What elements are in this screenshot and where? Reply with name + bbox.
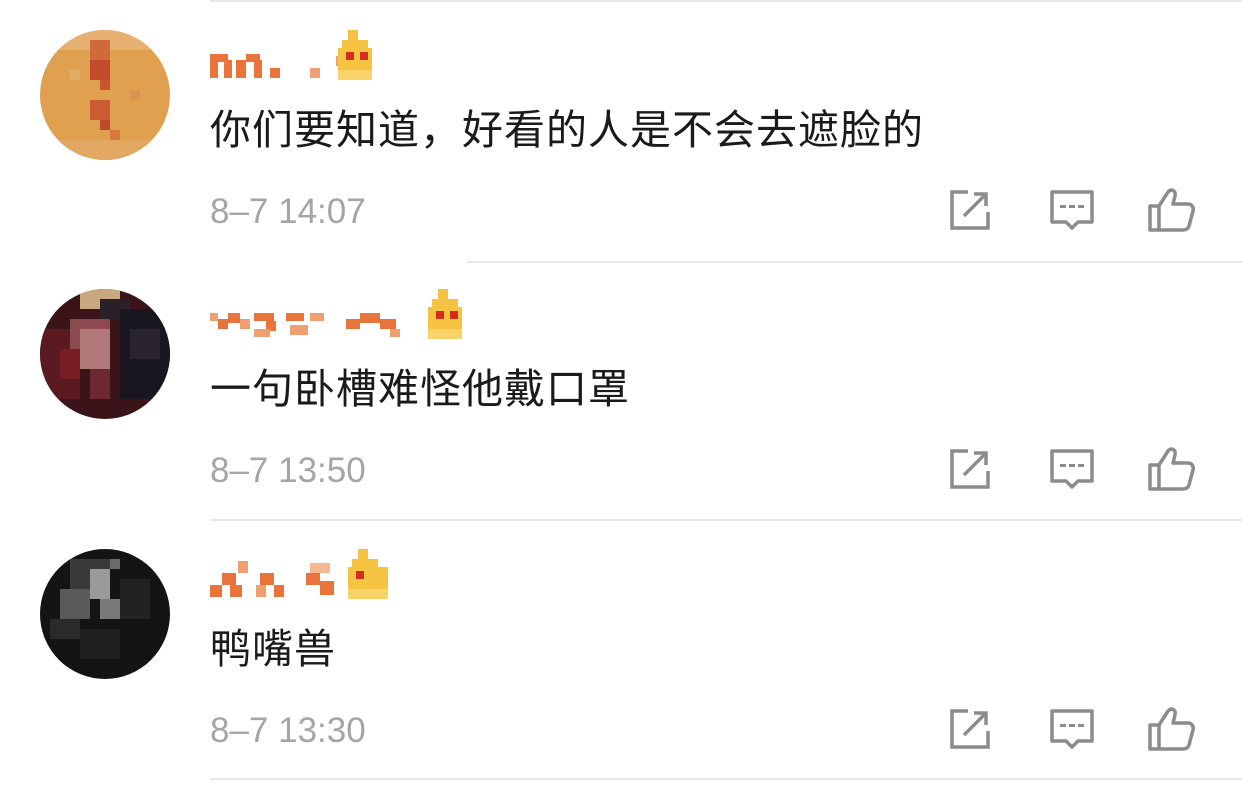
- comment-text: 鸭嘴兽: [210, 625, 336, 673]
- crown-badge-icon: [428, 289, 462, 339]
- username[interactable]: [210, 289, 470, 341]
- reply-button[interactable]: [1046, 184, 1098, 236]
- like-button[interactable]: [1146, 184, 1198, 236]
- thumbs-up-icon: [1148, 707, 1195, 751]
- reply-icon: [1050, 190, 1094, 230]
- divider-3: [210, 778, 1242, 780]
- thumbs-up-icon: [1148, 188, 1195, 232]
- share-button[interactable]: [944, 703, 996, 755]
- username[interactable]: [210, 30, 380, 82]
- share-icon: [950, 449, 990, 489]
- timestamp: 8–7 13:50: [210, 451, 366, 490]
- comment-item: 一句卧槽难怪他戴口罩 8–7 13:50: [0, 259, 1242, 518]
- comment-text: 一句卧槽难怪他戴口罩: [210, 365, 630, 413]
- reply-icon: [1050, 709, 1094, 749]
- comment-text: 你们要知道，好看的人是不会去遮脸的: [210, 106, 924, 154]
- comment-item: 鸭嘴兽 8–7 13:30: [0, 519, 1242, 778]
- timestamp: 8–7 14:07: [210, 192, 366, 231]
- reply-icon: [1050, 449, 1094, 489]
- avatar[interactable]: [40, 549, 170, 679]
- thumbs-up-icon: [1148, 447, 1195, 491]
- reply-button[interactable]: [1046, 443, 1098, 495]
- username[interactable]: [210, 549, 400, 601]
- crown-badge-icon: [348, 549, 388, 599]
- share-icon: [950, 190, 990, 230]
- timestamp: 8–7 13:30: [210, 711, 366, 750]
- avatar[interactable]: [40, 30, 170, 160]
- share-icon: [950, 709, 990, 749]
- share-button[interactable]: [944, 443, 996, 495]
- crown-badge-icon: [338, 30, 372, 80]
- like-button[interactable]: [1146, 703, 1198, 755]
- like-button[interactable]: [1146, 443, 1198, 495]
- reply-button[interactable]: [1046, 703, 1098, 755]
- avatar[interactable]: [40, 289, 170, 419]
- share-button[interactable]: [944, 184, 996, 236]
- comment-item: 你们要知道，好看的人是不会去遮脸的 8–7 14:07: [0, 0, 1242, 259]
